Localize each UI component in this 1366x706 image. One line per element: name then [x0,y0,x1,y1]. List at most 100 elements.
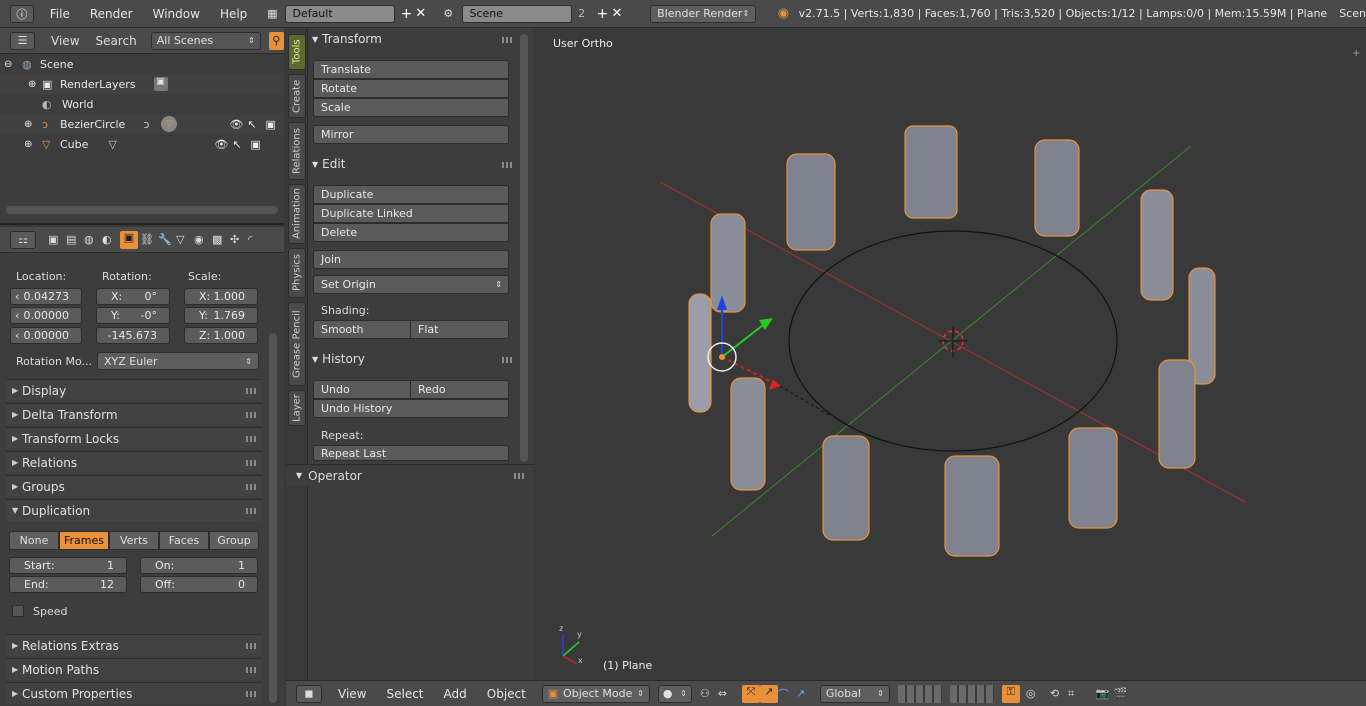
menu-object[interactable]: Object [487,687,526,701]
object-tab-icon[interactable]: ▣ [120,230,138,249]
snap-toggle-icon[interactable]: ⟲ [1050,687,1068,700]
panel-relations-extras[interactable]: ▶ Relations Extras [6,634,262,656]
scene-icon[interactable]: ⚙ [440,7,456,20]
section-history[interactable]: ▼ History [312,349,518,369]
lock-layers-icon[interactable]: ⚿ [1001,684,1020,703]
3d-view-editor-icon[interactable]: ◼ [296,684,322,703]
tool-scrollbar[interactable] [520,34,528,462]
renderable-camera-icon[interactable]: ▣ [265,118,279,131]
outliner-row-cube[interactable]: ⊕ ▽ Cube ▽ 👁 ↖ ▣ [0,134,284,154]
manipulator-toggle-icon[interactable]: ⇔ [718,687,736,700]
set-origin-select[interactable]: Set Origin ⇕ [313,275,509,294]
panel-grip-icon[interactable] [246,643,256,649]
dup-frames-button[interactable]: Frames [59,531,109,550]
material-tab-icon[interactable]: ◉ [194,233,212,246]
dup-verts-button[interactable]: Verts [109,531,159,550]
expand-icon[interactable]: ⊕ [28,79,38,90]
tab-grease-pencil[interactable]: Grease Pencil [288,302,306,386]
tab-tools[interactable]: Tools [288,34,306,70]
remove-scene-icon[interactable]: ✕ [610,6,625,21]
renderable-camera-icon[interactable]: ▣ [250,138,264,151]
outliner-scrollbar[interactable] [6,206,278,214]
scale-manipulator-icon[interactable]: ⌒ [778,686,796,702]
scale-button[interactable]: Scale [313,98,509,117]
outliner-editor-icon[interactable]: ☰ [10,31,36,50]
properties-scrollbar[interactable] [269,333,277,703]
location-z-field[interactable]: ‹ 0.00000 [10,327,82,344]
tab-animation[interactable]: Animation [288,184,306,244]
smooth-button[interactable]: Smooth [313,320,411,339]
layers-grid-2[interactable] [949,684,994,703]
dup-none-button[interactable]: None [9,531,59,550]
outliner-search-menu[interactable]: Search [96,34,137,48]
proportional-edit-icon[interactable]: ◎ [1026,687,1044,700]
info-editor-icon[interactable]: ⓘ [10,4,34,23]
rotation-y-field[interactable]: Y: -0° [96,307,170,324]
expand-icon[interactable]: ⊕ [24,139,34,150]
dup-on-field[interactable]: On: 1 [140,557,258,574]
rotate-manipulator-icon[interactable]: ↗ [759,684,778,703]
operator-panel[interactable]: ▼ Operator [286,464,534,486]
panel-custom-properties[interactable]: ▶ Custom Properties [6,682,262,704]
repeat-last-button[interactable]: Repeat Last [313,445,509,461]
render-opengl-icon[interactable]: 📷 [1096,687,1114,700]
panel-grip-icon[interactable] [246,460,256,466]
section-edit[interactable]: ▼ Edit [312,154,518,174]
panel-grip-icon[interactable] [246,412,256,418]
panel-grip-icon[interactable] [246,508,256,514]
menu-help[interactable]: Help [220,7,247,21]
scale-y-field[interactable]: Y: 1.769 [184,307,258,324]
panel-relations[interactable]: ▶ Relations [6,451,262,473]
panel-display[interactable]: ▶ Display [6,379,262,401]
dup-start-field[interactable]: Start: 1 [9,557,127,574]
duplicate-linked-button[interactable]: Duplicate Linked [313,204,509,223]
delete-button[interactable]: Delete [313,223,509,242]
menu-add[interactable]: Add [444,687,467,701]
panel-grip-icon[interactable] [246,691,256,697]
outliner-row-scene[interactable]: ⊖ ◍ Scene [0,54,284,74]
data-tab-icon[interactable]: ▽ [176,233,194,246]
translate-manipulator-icon[interactable]: ⤧ [741,684,760,703]
panel-transform-locks[interactable]: ▶ Transform Locks [6,427,262,449]
menu-render[interactable]: Render [90,7,133,21]
render-animation-icon[interactable]: 🎬 [1114,687,1132,700]
snap-element-icon[interactable]: ⌗ [1068,687,1086,701]
tab-layer[interactable]: Layer [288,390,306,426]
dup-group-button[interactable]: Group [209,531,259,550]
panel-delta-transform[interactable]: ▶ Delta Transform [6,403,262,425]
expand-icon[interactable]: ⊕ [24,119,34,130]
properties-editor-icon[interactable]: ⚏ [10,230,36,249]
transform-orientation-select[interactable]: Global ⇕ [819,684,890,703]
panel-grip-icon[interactable] [246,667,256,673]
panel-grip-icon[interactable] [502,162,512,168]
filter-icon[interactable]: ⚲ [268,31,284,50]
dup-off-field[interactable]: Off: 0 [140,576,258,593]
rotation-manipulator-icon[interactable]: ↗ [796,687,814,700]
scale-z-field[interactable]: Z: 1.000 [184,327,258,344]
render-engine-select[interactable]: Blender Render ⇕ [650,4,757,23]
collapse-icon[interactable]: ⊖ [4,59,14,70]
remove-screen-icon[interactable]: ✕ [414,6,429,21]
outliner-view-menu[interactable]: View [51,34,79,48]
add-screen-icon[interactable]: + [399,6,414,22]
dup-faces-button[interactable]: Faces [159,531,209,550]
panel-motion-paths[interactable]: ▶ Motion Paths [6,658,262,680]
dup-end-field[interactable]: End: 12 [9,576,127,593]
outliner-display-mode[interactable]: All Scenes ⇕ [150,31,261,50]
tab-create[interactable]: Create [288,74,306,118]
selectable-arrow-icon[interactable]: ↖ [232,138,246,151]
panel-grip-icon[interactable] [246,484,256,490]
scene-field[interactable]: Scene [462,4,573,23]
outliner-row-beziercircle[interactable]: ⊕ ↄ BezierCircle ↄ ▽ 👁 ↖ ▣ [0,114,284,134]
shading-select[interactable]: ● ⇕ [657,684,692,703]
mode-select[interactable]: ▣ Object Mode ⇕ [541,684,650,703]
particles-tab-icon[interactable]: ✣ [230,233,248,246]
panel-grip-icon[interactable] [502,357,512,363]
join-button[interactable]: Join [313,250,509,269]
menu-window[interactable]: Window [153,7,200,21]
rotate-button[interactable]: Rotate [313,79,509,98]
visibility-eye-icon[interactable]: 👁 [214,138,228,151]
visibility-eye-icon[interactable]: 👁 [229,118,243,131]
render-tab-icon[interactable]: ▣ [48,233,66,246]
add-scene-icon[interactable]: + [595,6,610,22]
